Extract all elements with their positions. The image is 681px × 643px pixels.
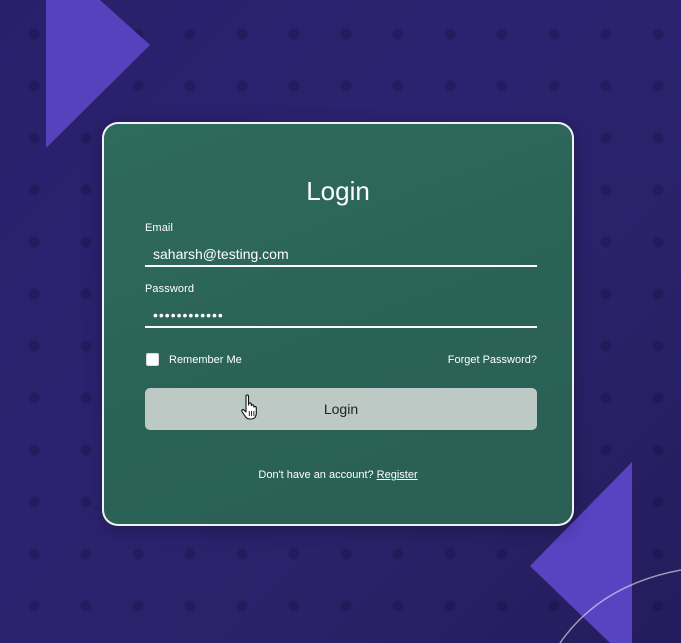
hand-pointer-icon [241, 394, 257, 420]
login-button[interactable]: Login [145, 388, 537, 430]
options-row: Remember Me Forget Password? [145, 353, 537, 366]
forget-password-link[interactable]: Forget Password? [448, 354, 537, 366]
remember-me[interactable]: Remember Me [145, 353, 242, 366]
page-background: Login Email Password Remember Me Forget … [0, 0, 681, 643]
login-card: Login Email Password Remember Me Forget … [102, 122, 574, 526]
register-link[interactable]: Register [377, 469, 418, 481]
password-label: Password [145, 283, 195, 295]
remember-me-checkbox[interactable] [146, 353, 159, 366]
register-prompt: Don't have an account? [258, 469, 374, 481]
password-input[interactable] [145, 304, 537, 328]
email-label: Email [145, 222, 174, 234]
email-input[interactable] [145, 243, 537, 267]
password-field-group: Password [145, 283, 537, 328]
register-row: Don't have an account? Register [104, 469, 572, 481]
remember-me-label: Remember Me [169, 353, 242, 366]
email-field-group: Email [145, 222, 537, 267]
login-title: Login [306, 176, 370, 206]
